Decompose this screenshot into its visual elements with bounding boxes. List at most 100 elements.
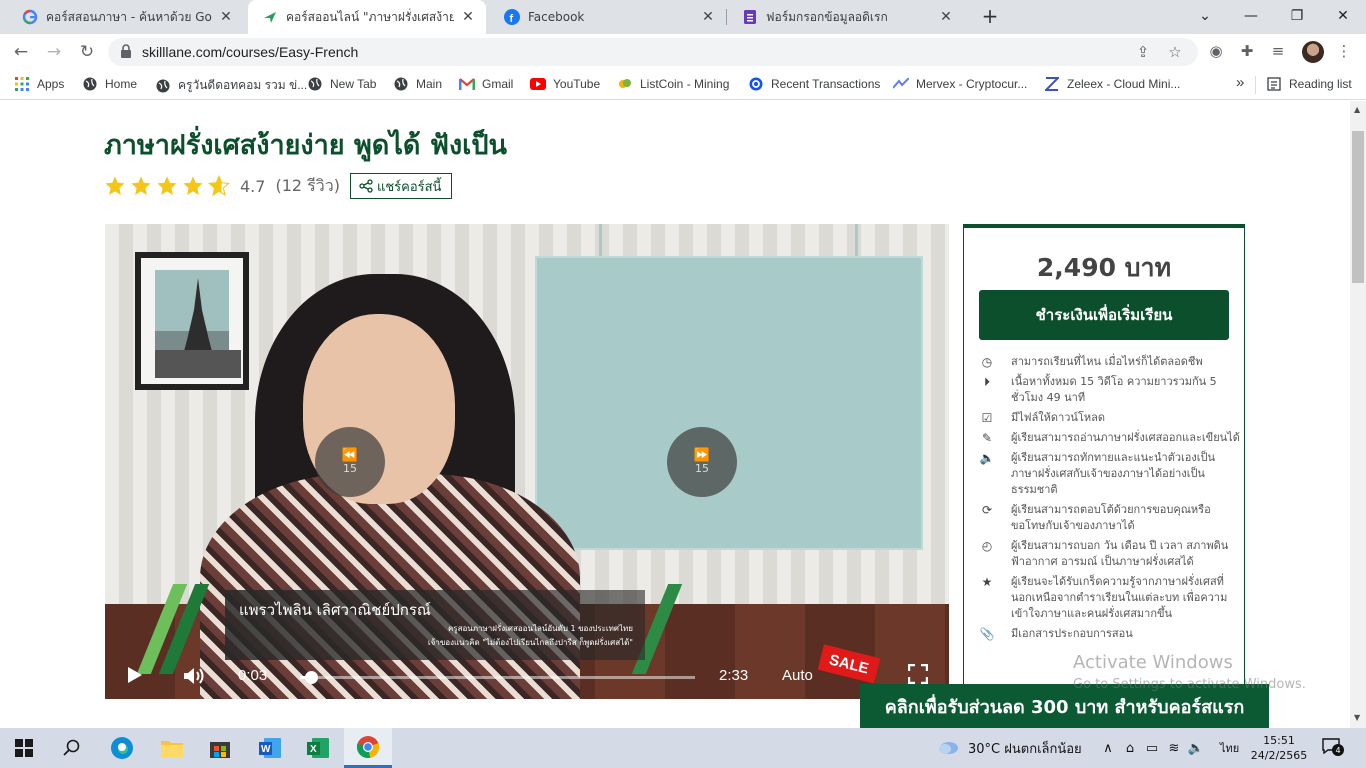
weather-widget[interactable]: 30°C ฝนตกเล็กน้อย bbox=[938, 728, 1082, 768]
bookmark-new-tab[interactable]: New Tab bbox=[307, 76, 376, 92]
feature-item: ⟳ ผู้เรียนสามารถตอบโต้ด้วยการขอบคุณหรือขอ… bbox=[979, 502, 1241, 534]
bookmark-star-icon[interactable]: ☆ bbox=[1166, 43, 1184, 61]
profile-avatar[interactable] bbox=[1302, 41, 1324, 63]
notification-count: 4 bbox=[1332, 744, 1344, 756]
tab-google-search[interactable]: คอร์สสอนภาษา - ค้นหาด้วย Google ✕ bbox=[8, 0, 244, 34]
pencil-icon: ✎ bbox=[981, 431, 993, 445]
close-tab-icon[interactable]: ✕ bbox=[218, 9, 234, 25]
share-course-button[interactable]: แชร์คอร์สนี้ bbox=[349, 173, 453, 199]
bookmark-kruwandee[interactable]: ครูวันดีดอทคอม รวม ข่... bbox=[155, 76, 307, 95]
rewind-icon: ⏪ bbox=[341, 448, 359, 463]
tab-facebook[interactable]: f Facebook ✕ bbox=[490, 0, 726, 34]
rating-stars bbox=[104, 175, 234, 197]
bookmark-zeleex[interactable]: Zeleex - Cloud Mini... bbox=[1044, 76, 1180, 92]
bookmark-recent-transactions[interactable]: Recent Transactions bbox=[748, 76, 880, 92]
bookmark-gmail[interactable]: Gmail bbox=[459, 76, 513, 92]
star-full-icon bbox=[105, 176, 125, 195]
restore-button[interactable]: ❐ bbox=[1274, 0, 1320, 32]
rewind-15-button[interactable]: ⏪ 15 bbox=[315, 427, 385, 497]
facebook-icon: f bbox=[504, 9, 520, 25]
new-tab-button[interactable]: + bbox=[978, 4, 1002, 28]
taskbar-file-explorer[interactable] bbox=[148, 728, 196, 768]
volume-icon[interactable] bbox=[183, 666, 207, 686]
star-full-icon bbox=[157, 176, 177, 195]
minimize-button[interactable]: — bbox=[1228, 0, 1274, 32]
taskbar-word[interactable]: W bbox=[246, 728, 294, 768]
review-count[interactable]: (12 รีวิว) bbox=[275, 174, 340, 199]
play-icon[interactable] bbox=[127, 666, 143, 684]
bookmark-mervex[interactable]: Mervex - Cryptocur... bbox=[893, 76, 1027, 92]
taskbar-chrome[interactable] bbox=[344, 728, 392, 768]
progress-bar[interactable] bbox=[300, 671, 695, 684]
tab-title: Facebook bbox=[528, 10, 585, 24]
bookmark-main[interactable]: Main bbox=[393, 76, 442, 92]
address-bar[interactable]: skilllane.com/courses/Easy-French ⇪ ☆ bbox=[108, 38, 1198, 66]
excel-icon: X bbox=[307, 738, 329, 758]
tab-skilllane-course[interactable]: คอร์สออนไลน์ "ภาษาฝรั่งเศสง้ายง่าย พู ✕ bbox=[248, 0, 486, 34]
chevron-up-icon[interactable]: ∧ bbox=[1097, 741, 1119, 756]
close-tab-icon[interactable]: ✕ bbox=[460, 9, 476, 25]
windows-logo-icon bbox=[15, 739, 33, 757]
bookmark-label: Recent Transactions bbox=[771, 77, 881, 91]
notification-icon: 4 bbox=[1322, 738, 1344, 758]
taskbar-store[interactable] bbox=[196, 728, 244, 768]
star-full-icon bbox=[183, 176, 203, 195]
bookmark-label: ListCoin - Mining bbox=[640, 77, 730, 91]
media-queue-icon[interactable]: ≡ bbox=[1268, 42, 1288, 62]
extensions-puzzle-icon[interactable]: ✚ bbox=[1237, 42, 1257, 62]
feature-item: ⏵ เนื้อหาทั้งหมด 15 วิดีโอ ความยาวรวมกัน … bbox=[979, 374, 1241, 406]
close-window-button[interactable]: ✕ bbox=[1320, 0, 1366, 32]
progress-knob[interactable] bbox=[304, 671, 318, 684]
back-arrow-icon[interactable]: ← bbox=[9, 40, 33, 64]
notifications-button[interactable]: 4 bbox=[1322, 728, 1344, 768]
url-text[interactable]: skilllane.com/courses/Easy-French bbox=[142, 44, 358, 60]
feature-text: ผู้เรียนสามารถอ่านภาษาฝรั่งเศสออกและเขีย… bbox=[1011, 431, 1240, 444]
tab-title: คอร์สสอนภาษา - ค้นหาด้วย Google bbox=[46, 9, 212, 24]
forward-arrow-icon[interactable]: → bbox=[42, 40, 66, 64]
quality-selector[interactable]: Auto bbox=[782, 667, 813, 684]
search-button[interactable] bbox=[48, 728, 96, 768]
bookmarks-bar: Apps Home ครูวันดีดอทคอม รวม ข่... New T… bbox=[0, 70, 1366, 100]
fast-forward-icon: ⏩ bbox=[693, 448, 711, 463]
input-language[interactable]: ไทย bbox=[1220, 728, 1239, 768]
taskbar-edge[interactable] bbox=[98, 728, 146, 768]
lock-icon[interactable] bbox=[120, 44, 132, 58]
taskbar-excel[interactable]: X bbox=[294, 728, 342, 768]
svg-text:X: X bbox=[310, 744, 317, 755]
bookmark-home[interactable]: Home bbox=[82, 76, 137, 92]
extension-circle-icon[interactable]: ◉ bbox=[1206, 42, 1226, 62]
scroll-thumb[interactable] bbox=[1352, 131, 1364, 283]
share-page-icon[interactable]: ⇪ bbox=[1134, 43, 1152, 61]
wifi-icon[interactable]: ≋ bbox=[1163, 741, 1185, 756]
close-tab-icon[interactable]: ✕ bbox=[700, 9, 716, 25]
bookmark-youtube[interactable]: YouTube bbox=[530, 76, 600, 92]
meet-now-icon[interactable]: ⌂ bbox=[1119, 741, 1141, 756]
pay-to-start-button[interactable]: ชำระเงินเพื่อเริ่มเรียน bbox=[979, 290, 1229, 340]
battery-icon[interactable]: ▭ bbox=[1141, 741, 1163, 756]
speaker-tray-icon[interactable]: 🔈 bbox=[1185, 741, 1207, 756]
star-half-icon bbox=[208, 175, 230, 197]
start-button[interactable] bbox=[0, 728, 48, 768]
clock[interactable]: 15:51 24/2/2565 bbox=[1251, 728, 1307, 768]
tab-search-icon[interactable]: ⌄ bbox=[1182, 0, 1228, 32]
bookmarks-overflow-button[interactable]: » bbox=[1236, 74, 1244, 91]
reading-list-button[interactable]: Reading list bbox=[1266, 76, 1352, 92]
reload-icon[interactable]: ↻ bbox=[75, 40, 99, 64]
video-player[interactable]: แพรวไพลิน เลิศวาณิชย์ปกรณ์ ครูสอนภาษาฝรั… bbox=[105, 224, 949, 699]
tab-google-form[interactable]: ฟอร์มกรอกข้อมูลอดิเรก ✕ bbox=[728, 0, 964, 34]
page-scrollbar[interactable]: ▲ ▼ bbox=[1350, 101, 1366, 728]
bookmark-apps[interactable]: Apps bbox=[14, 76, 64, 92]
bookmark-listcoin[interactable]: ListCoin - Mining bbox=[617, 76, 729, 92]
svg-text:f: f bbox=[510, 13, 514, 25]
menu-kebab-icon[interactable]: ⋮ bbox=[1334, 42, 1354, 62]
scroll-down-icon[interactable]: ▼ bbox=[1354, 713, 1360, 722]
globe-icon bbox=[82, 76, 98, 92]
store-icon bbox=[210, 742, 230, 758]
rewind-seconds: 15 bbox=[343, 462, 357, 475]
fullscreen-icon[interactable] bbox=[908, 664, 928, 684]
zeleex-icon bbox=[1044, 76, 1060, 92]
close-tab-icon[interactable]: ✕ bbox=[938, 9, 954, 25]
forward-15-button[interactable]: ⏩ 15 bbox=[667, 427, 737, 497]
scroll-up-icon[interactable]: ▲ bbox=[1354, 105, 1360, 114]
windows-taskbar: W X 30°C ฝนตกเล็กน้อย ∧ ⌂ ▭ ≋ 🔈 ไทย 15:5… bbox=[0, 728, 1366, 768]
